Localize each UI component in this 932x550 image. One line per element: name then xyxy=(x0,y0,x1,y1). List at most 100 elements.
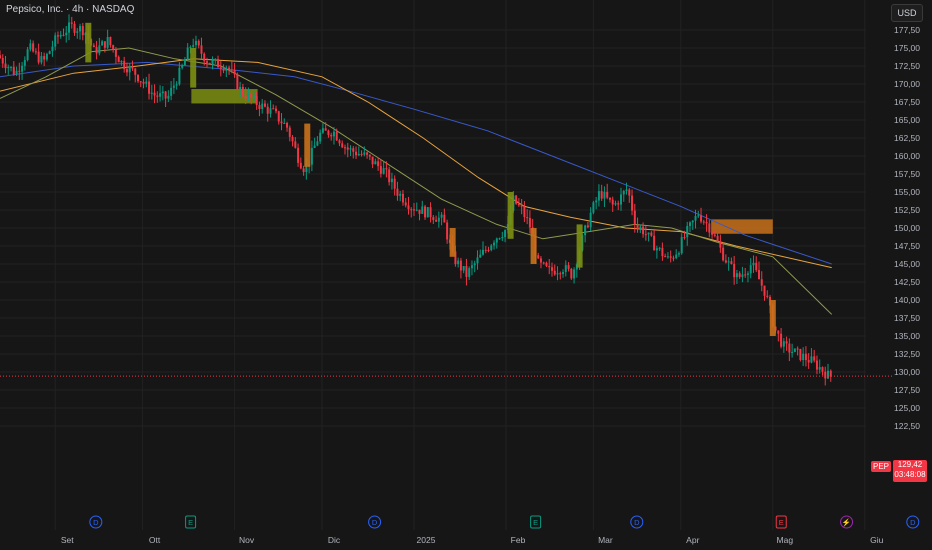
candle-body xyxy=(297,147,300,163)
candle-body xyxy=(468,268,471,277)
candle-body xyxy=(617,203,620,205)
candle-body xyxy=(418,209,421,214)
price-tick-label: 160,00 xyxy=(894,151,920,161)
candle-body xyxy=(672,257,675,259)
candle-body xyxy=(272,108,275,110)
time-tick-label: Feb xyxy=(511,535,526,545)
candle-body xyxy=(266,106,269,114)
highlight-candle xyxy=(449,228,456,257)
price-tick-label: 140,00 xyxy=(894,295,920,305)
candle-body xyxy=(810,356,813,363)
candle-body xyxy=(12,66,15,75)
candle-body xyxy=(239,86,242,90)
candle-body xyxy=(371,156,374,165)
candle-body xyxy=(18,70,21,72)
candle-body xyxy=(120,60,123,63)
candle-body xyxy=(385,168,388,170)
price-tick-label: 170,00 xyxy=(894,79,920,89)
candle-body xyxy=(117,56,120,63)
candle-body xyxy=(153,92,156,96)
candle-body xyxy=(459,260,462,271)
candle-body xyxy=(355,151,358,156)
candle-body xyxy=(777,330,780,334)
candle-body xyxy=(611,199,614,205)
candle-body xyxy=(653,235,656,251)
candle-body xyxy=(515,195,518,204)
time-tick-label: Nov xyxy=(239,535,255,545)
ticker-label: PEP xyxy=(871,461,892,472)
candle-body xyxy=(388,169,391,183)
candle-body xyxy=(821,367,824,372)
candle-body xyxy=(101,41,104,46)
candle-body xyxy=(804,353,807,361)
candle-body xyxy=(780,333,783,347)
candle-body xyxy=(37,51,40,63)
candle-body xyxy=(470,265,473,269)
candle-body xyxy=(647,232,650,235)
candle-body xyxy=(708,223,711,233)
currency-button[interactable]: USD xyxy=(891,4,923,22)
candle-body xyxy=(484,249,487,251)
candle-body xyxy=(752,262,755,266)
candle-body xyxy=(570,268,573,279)
event-letter: E xyxy=(188,518,193,527)
candle-body xyxy=(639,226,642,230)
highlight-candle xyxy=(507,192,514,239)
candle-body xyxy=(702,221,705,223)
candle-body xyxy=(680,237,683,254)
candle-body xyxy=(45,53,48,60)
candle-body xyxy=(324,128,327,131)
candle-body xyxy=(573,269,576,279)
candle-body xyxy=(622,190,625,195)
candle-body xyxy=(620,194,622,205)
price-axis[interactable]: 177,50 175,00 172,50 170,00 167,50 165,00 162,… xyxy=(894,25,920,431)
candle-body xyxy=(501,236,504,239)
candle-body xyxy=(614,203,617,205)
bar-countdown: 03:48:08 xyxy=(894,470,926,479)
candle-body xyxy=(545,262,548,266)
highlight-candle xyxy=(190,48,197,88)
candle-body xyxy=(377,161,380,167)
candle-body xyxy=(225,67,228,71)
candle-body xyxy=(368,154,371,157)
candle-body xyxy=(666,256,669,258)
candle-body xyxy=(288,127,291,137)
time-tick-label: Mag xyxy=(777,535,794,545)
price-tick-label: 155,00 xyxy=(894,187,920,197)
candle-body xyxy=(415,209,418,211)
candle-body xyxy=(495,238,498,243)
candle-body xyxy=(32,43,35,52)
candle-body xyxy=(595,200,598,203)
price-tick-label: 167,50 xyxy=(894,97,920,107)
candle-body xyxy=(523,206,526,218)
candle-body xyxy=(694,216,697,221)
candle-body xyxy=(283,123,286,125)
candle-body xyxy=(252,95,255,99)
candle-body xyxy=(302,168,305,173)
candle-body xyxy=(167,95,170,99)
candle-body xyxy=(131,66,134,69)
candle-body xyxy=(730,261,733,264)
price-chart[interactable]: 177,50 175,00 172,50 170,00 167,50 165,00 162,… xyxy=(0,0,932,550)
candle-body xyxy=(203,53,206,62)
event-letter: D xyxy=(910,518,916,527)
candle-body xyxy=(230,69,233,71)
candle-body xyxy=(421,206,424,214)
candle-body xyxy=(796,348,799,350)
candle-body xyxy=(208,62,211,65)
candle-body xyxy=(782,341,785,347)
event-letter: ⚡ xyxy=(842,518,851,527)
candle-body xyxy=(749,265,752,274)
chart-title: Pepsico, Inc. · 4h · NASDAQ xyxy=(6,4,135,15)
candle-body xyxy=(81,26,84,36)
candle-body xyxy=(178,67,181,85)
candle-body xyxy=(689,222,691,226)
candle-body xyxy=(92,45,95,48)
candle-body xyxy=(194,40,197,46)
last-price-value: 129,42 xyxy=(897,460,923,469)
candle-body xyxy=(744,274,747,276)
candle-body xyxy=(824,371,827,379)
candle-body xyxy=(15,70,18,75)
candle-body xyxy=(636,224,639,230)
candle-body xyxy=(562,271,565,275)
